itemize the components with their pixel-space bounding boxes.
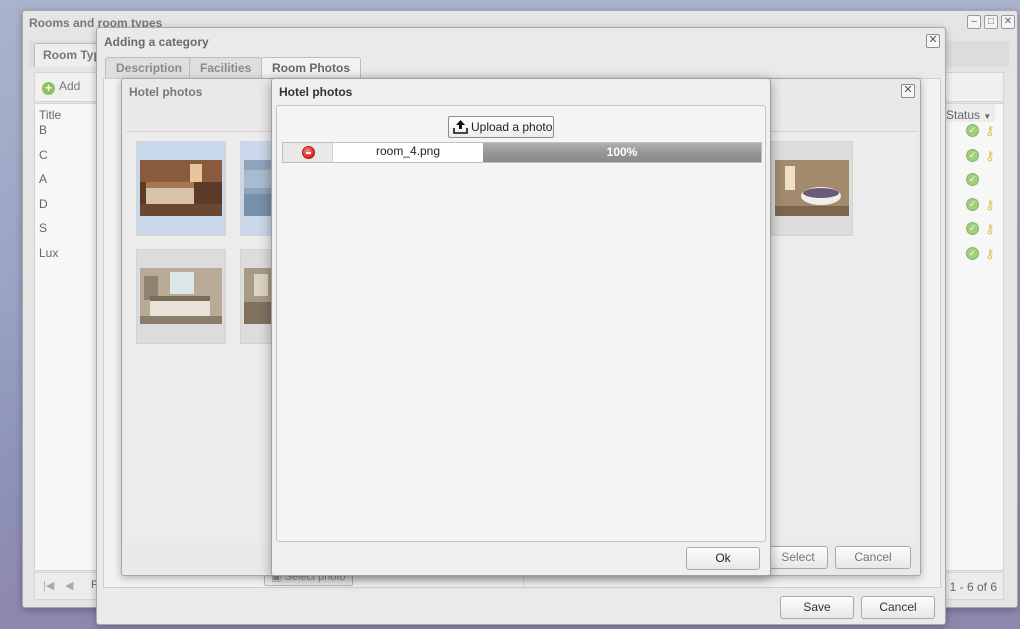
room-photo-image xyxy=(140,268,222,324)
close-icon[interactable]: ✕ xyxy=(926,34,940,48)
key-icon: ⚷ xyxy=(985,148,995,163)
photo-thumbnail[interactable] xyxy=(136,141,226,236)
tab-room-photos[interactable]: Room Photos xyxy=(261,57,361,79)
upload-photo-button[interactable]: Upload a photo xyxy=(448,116,554,138)
status-header-label: Status xyxy=(946,108,981,122)
close-icon[interactable]: ✕ xyxy=(1001,15,1015,29)
status-ok-icon: ✓ xyxy=(966,173,979,186)
room-photo-image xyxy=(244,268,274,324)
upload-panel: Upload a photo room_4.png 100% xyxy=(276,105,766,542)
table-row-title[interactable]: A xyxy=(39,172,47,186)
key-icon: ⚷ xyxy=(985,123,995,138)
upload-photo-label: Upload a photo xyxy=(471,120,553,134)
room-photo-image xyxy=(775,160,849,216)
minimize-icon[interactable]: – xyxy=(967,15,981,29)
key-icon: ⚷ xyxy=(985,246,995,261)
file-name: room_4.png xyxy=(375,144,441,158)
table-row-title[interactable]: S xyxy=(39,221,47,235)
add-button[interactable]: + Add xyxy=(42,79,80,95)
table-row-title[interactable]: B xyxy=(39,123,47,137)
upload-window-title: Hotel photos xyxy=(279,85,353,99)
add-label: Add xyxy=(59,79,81,93)
upload-window: Hotel photos Upload a photo room_4.png 1… xyxy=(271,78,771,576)
close-icon[interactable]: ✕ xyxy=(901,84,915,98)
status-ok-icon: ✓ xyxy=(966,124,979,137)
gallery-window-title: Hotel photos xyxy=(129,85,203,99)
prev-page-icon[interactable]: ◀ xyxy=(65,579,73,592)
upload-icon xyxy=(453,120,468,134)
table-row-title[interactable]: Lux xyxy=(39,246,58,260)
upload-file-row: room_4.png 100% xyxy=(282,142,762,163)
sort-arrow-icon: ▼ xyxy=(983,112,992,121)
status-ok-icon: ✓ xyxy=(966,222,979,235)
table-row-title[interactable]: D xyxy=(39,197,48,211)
status-ok-icon: ✓ xyxy=(966,247,979,260)
status-ok-icon: ✓ xyxy=(966,149,979,162)
remove-icon[interactable] xyxy=(302,146,315,159)
remove-file-cell xyxy=(283,143,333,162)
room-photo-image xyxy=(244,160,274,216)
status-ok-icon: ✓ xyxy=(966,198,979,211)
tab-facilities[interactable]: Facilities xyxy=(189,57,263,79)
select-button[interactable]: Select xyxy=(768,546,828,569)
key-icon: ⚷ xyxy=(985,221,995,236)
first-page-icon[interactable]: |◀ xyxy=(43,579,54,592)
cancel-button[interactable]: Cancel xyxy=(861,596,935,619)
category-tabstrip: Description Facilities Room Photos xyxy=(103,57,941,79)
ok-button[interactable]: Ok xyxy=(686,547,760,570)
key-icon: ⚷ xyxy=(985,197,995,212)
category-window-title: Adding a category xyxy=(104,35,209,49)
maximize-icon[interactable]: □ xyxy=(984,15,998,29)
upload-progress-bar: 100% xyxy=(483,143,761,162)
column-header-status[interactable]: Status ▼ xyxy=(939,104,995,122)
photo-thumbnail[interactable] xyxy=(136,249,226,344)
cancel-button[interactable]: Cancel xyxy=(835,546,911,569)
photo-thumbnail[interactable] xyxy=(771,141,853,236)
table-row-title[interactable]: C xyxy=(39,148,48,162)
room-photo-image xyxy=(140,160,222,216)
upload-progress-text: 100% xyxy=(606,145,638,159)
save-button[interactable]: Save xyxy=(780,596,854,619)
tab-description[interactable]: Description xyxy=(105,57,194,79)
add-icon: + xyxy=(42,82,55,95)
column-header-title[interactable]: Title xyxy=(39,108,61,122)
